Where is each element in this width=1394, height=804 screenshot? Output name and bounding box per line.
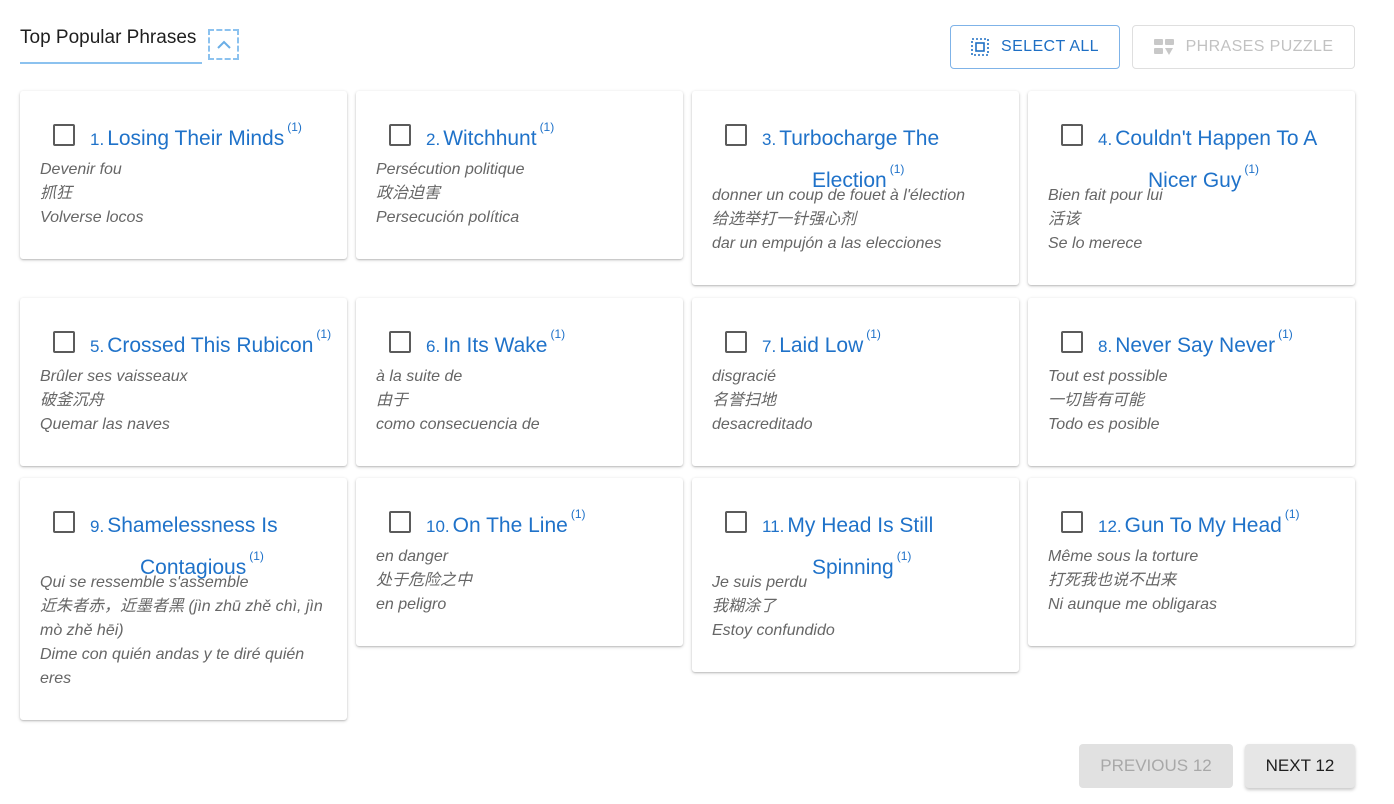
translation-zh: 政治迫害	[376, 185, 441, 202]
phrase-count: (1)	[866, 327, 881, 341]
next-page-label: NEXT 12	[1265, 756, 1335, 775]
phrase-count: (1)	[570, 507, 586, 521]
phrase-title-link[interactable]: 7. Laid Low (1)	[762, 325, 1009, 367]
translation-es: Todo es posible	[1048, 416, 1160, 433]
phrase-card: 1. Losing Their Minds (1) Devenir fou 抓狂 V…	[20, 91, 347, 259]
previous-page-label: PREVIOUS 12	[1100, 756, 1212, 775]
translation-zh: 近朱者赤，近墨者黑 (jìn zhū zhě chì, jìn mò zhě h…	[40, 598, 323, 639]
phrase-translations: en danger 处于危险之中 en peligro	[376, 545, 665, 617]
translation-fr: donner un coup de fouet à l'élection	[712, 187, 966, 204]
phrase-title-link[interactable]: 12. Gun To My Head (1)	[1098, 505, 1345, 547]
phrase-grid: 1. Losing Their Minds (1) Devenir fou 抓狂 V…	[0, 0, 1394, 740]
translation-es: Quemar las naves	[40, 416, 170, 433]
phrase-translations: Persécution politique 政治迫害 Persecución p…	[376, 158, 665, 230]
translation-zh: 破釜沉舟	[40, 392, 105, 409]
translation-zh: 名誉扫地	[712, 392, 777, 409]
translation-zh: 抓狂	[40, 185, 73, 202]
phrase-count: (1)	[249, 549, 264, 563]
translation-fr: Tout est possible	[1048, 368, 1168, 385]
translation-fr: Brûler ses vaisseaux	[40, 368, 188, 385]
translation-fr: à la suite de	[376, 368, 463, 385]
phrase-title-link[interactable]: 5. Crossed This Rubicon (1)	[90, 325, 337, 367]
phrase-checkbox[interactable]	[725, 511, 747, 533]
phrase-translations: Même sous la torture 打死我也说不出来 Ni aunque …	[1048, 545, 1337, 617]
phrase-checkbox[interactable]	[725, 331, 747, 353]
phrase-card: 6. In Its Wake (1) à la suite de 由于 como c…	[356, 298, 683, 466]
translation-zh: 由于	[376, 392, 409, 409]
phrase-checkbox[interactable]	[389, 124, 411, 146]
phrase-card: 7. Laid Low (1) disgracié 名誉扫地 desacredita…	[692, 298, 1019, 466]
phrase-count: (1)	[896, 549, 912, 563]
phrase-title-link[interactable]: 8. Never Say Never (1)	[1098, 325, 1345, 367]
phrase-card: 3. Turbocharge The Election (1) donner un …	[692, 91, 1019, 285]
phrase-checkbox[interactable]	[1061, 124, 1083, 146]
previous-page-button[interactable]: PREVIOUS 12	[1079, 744, 1233, 788]
translation-zh: 打死我也说不出来	[1048, 572, 1177, 589]
translation-zh: 我糊涂了	[712, 598, 777, 615]
phrase-translations: Devenir fou 抓狂 Volverse locos	[40, 158, 329, 230]
phrase-checkbox[interactable]	[1061, 331, 1083, 353]
phrase-checkbox[interactable]	[389, 511, 411, 533]
phrase-card: 8. Never Say Never (1) Tout est possible 一…	[1028, 298, 1355, 466]
phrase-card: 4. Couldn't Happen To A Nicer Guy (1) Bien…	[1028, 91, 1355, 285]
phrase-checkbox[interactable]	[1061, 511, 1083, 533]
phrase-translations: donner un coup de fouet à l'élection 给选举…	[712, 184, 1001, 256]
translation-es: en peligro	[376, 596, 447, 613]
phrase-count: (1)	[1284, 507, 1300, 521]
translation-es: desacreditado	[712, 416, 813, 433]
phrase-translations: Qui se ressemble s'assemble 近朱者赤，近墨者黑 (j…	[40, 571, 329, 691]
phrase-count: (1)	[287, 120, 302, 134]
phrase-translations: Je suis perdu 我糊涂了 Estoy confundido	[712, 571, 1001, 643]
phrase-translations: Bien fait pour lui 活该 Se lo merece	[1048, 184, 1337, 256]
phrase-title-link[interactable]: 2. Witchhunt (1)	[426, 118, 673, 160]
translation-fr: Même sous la torture	[1048, 548, 1199, 565]
phrase-count: (1)	[1244, 162, 1260, 176]
phrase-translations: disgracié 名誉扫地 desacreditado	[712, 365, 1001, 437]
translation-zh: 给选举打一针强心剂	[712, 211, 857, 228]
translation-zh: 活该	[1048, 211, 1081, 228]
translation-zh: 一切皆有可能	[1048, 392, 1145, 409]
phrase-card: 10. On The Line (1) en danger 处于危险之中 en pe…	[356, 478, 683, 646]
translation-fr: Devenir fou	[40, 161, 122, 178]
translation-fr: Persécution politique	[376, 161, 525, 178]
phrase-count: (1)	[316, 327, 332, 341]
translation-fr: Je suis perdu	[712, 574, 808, 591]
phrase-checkbox[interactable]	[53, 331, 75, 353]
phrase-count: (1)	[889, 162, 905, 176]
phrase-card: 11. My Head Is Still Spinning (1) Je suis …	[692, 478, 1019, 672]
phrase-checkbox[interactable]	[53, 124, 75, 146]
translation-es: dar un empujón a las elecciones	[712, 235, 942, 252]
translation-es: Se lo merece	[1048, 235, 1143, 252]
phrase-card: 9. Shamelessness Is Contagious (1) Qui se …	[20, 478, 347, 720]
translation-zh: 处于危险之中	[376, 572, 473, 589]
translation-fr: en danger	[376, 548, 449, 565]
translation-es: Ni aunque me obligaras	[1048, 596, 1217, 613]
next-page-button[interactable]: NEXT 12	[1245, 744, 1355, 788]
phrase-translations: Brûler ses vaisseaux 破釜沉舟 Quemar las nav…	[40, 365, 329, 437]
phrase-card: 5. Crossed This Rubicon (1) Brûler ses vai…	[20, 298, 347, 466]
phrase-title-link[interactable]: 6. In Its Wake (1)	[426, 325, 673, 367]
phrase-count: (1)	[1278, 327, 1293, 341]
phrase-checkbox[interactable]	[725, 124, 747, 146]
translation-es: Volverse locos	[40, 209, 144, 226]
phrase-card: 2. Witchhunt (1) Persécution politique 政治迫…	[356, 91, 683, 259]
phrase-title-link[interactable]: 1. Losing Their Minds (1)	[90, 118, 337, 160]
translation-es: como consecuencia de	[376, 416, 540, 433]
phrase-title-link[interactable]: 10. On The Line (1)	[426, 505, 673, 547]
translation-fr: Qui se ressemble s'assemble	[40, 574, 249, 591]
translation-fr: Bien fait pour lui	[1048, 187, 1163, 204]
translation-es: Estoy confundido	[712, 622, 835, 639]
phrase-translations: à la suite de 由于 como consecuencia de	[376, 365, 665, 437]
phrase-translations: Tout est possible 一切皆有可能 Todo es posible	[1048, 365, 1337, 437]
phrase-checkbox[interactable]	[53, 511, 75, 533]
translation-fr: disgracié	[712, 368, 777, 385]
translation-es: Persecución política	[376, 209, 520, 226]
translation-es: Dime con quién andas y te diré quién ere…	[40, 646, 305, 687]
phrase-checkbox[interactable]	[389, 331, 411, 353]
phrase-count: (1)	[550, 327, 566, 341]
phrase-count: (1)	[539, 120, 555, 134]
phrase-card: 12. Gun To My Head (1) Même sous la tortur…	[1028, 478, 1355, 646]
